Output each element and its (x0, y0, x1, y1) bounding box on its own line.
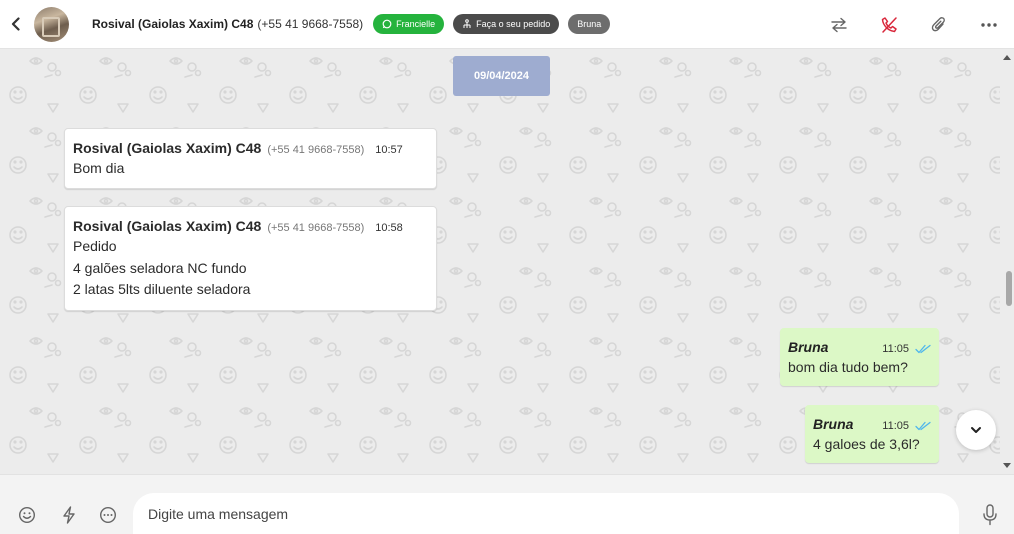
sender-name: Rosival (Gaiolas Xaxim) C48 (73, 218, 262, 234)
lightning-icon (63, 506, 75, 524)
avatar[interactable] (34, 6, 69, 42)
chat-scrollbar[interactable] (1000, 49, 1014, 474)
incoming-message[interactable]: Rosival (Gaiolas Xaxim) C48 (+55 41 9668… (64, 206, 437, 311)
chat-dots-icon (99, 506, 117, 524)
message-text: Bom dia (73, 160, 125, 176)
message-header: Rosival (Gaiolas Xaxim) C48 (+55 41 9668… (73, 218, 428, 234)
chat-options-button[interactable] (97, 504, 119, 526)
chevron-down-icon (971, 427, 981, 433)
back-button[interactable] (2, 0, 30, 49)
emoji-button[interactable] (16, 504, 38, 526)
contact-phone: (+55 41 9668-7558) (257, 17, 364, 31)
whatsapp-icon (382, 19, 392, 29)
scroll-up-arrow[interactable] (1003, 55, 1011, 60)
phone-off-icon (881, 16, 897, 33)
contact-name[interactable]: Rosival (Gaiolas Xaxim) C48 (92, 17, 253, 31)
quick-replies-button[interactable] (58, 504, 80, 526)
transfer-button[interactable] (814, 0, 864, 49)
message-header: Bruna 11:05 (813, 416, 931, 432)
outgoing-message[interactable]: Bruna 11:05 bom dia tudo bem? (780, 328, 939, 386)
message-input-box[interactable] (133, 493, 959, 534)
message-header: Rosival (Gaiolas Xaxim) C48 (+55 41 9668… (73, 140, 428, 156)
message-text: 4 galões seladora NC fundo (73, 259, 247, 276)
date-badge: 09/04/2024 (453, 56, 550, 96)
message-text: bom dia tudo bem? (788, 359, 908, 375)
message-meta: 11:05 (882, 343, 931, 355)
message-time: 11:05 (882, 343, 909, 355)
double-check-icon (915, 421, 931, 431)
voice-message-button[interactable] (979, 504, 1001, 526)
message-text: 2 latas 5lts diluente seladora (73, 281, 251, 297)
tag-pedido[interactable]: Faça o seu pedido (453, 14, 560, 34)
tag-label: Faça o seu pedido (476, 19, 551, 29)
emoji-icon (18, 506, 36, 524)
scroll-to-bottom-button[interactable] (956, 410, 996, 450)
message-meta: 11:05 (882, 420, 931, 432)
message-composer (0, 474, 1014, 534)
scroll-down-arrow[interactable] (1003, 463, 1011, 468)
flow-icon (463, 19, 471, 28)
chat-header: Rosival (Gaiolas Xaxim) C48 (+55 41 9668… (0, 0, 1014, 49)
end-call-button[interactable] (864, 0, 914, 49)
tag-bruna[interactable]: Bruna (568, 14, 611, 34)
scroll-thumb[interactable] (1006, 271, 1012, 306)
message-header: Bruna 11:05 (788, 339, 931, 355)
more-button[interactable] (964, 0, 1014, 49)
sender-name: Bruna (788, 339, 829, 355)
message-text: Pedido (73, 238, 117, 254)
attach-button[interactable] (914, 0, 964, 49)
message-time: 11:05 (882, 420, 909, 432)
incoming-message[interactable]: Rosival (Gaiolas Xaxim) C48 (+55 41 9668… (64, 128, 437, 189)
message-input[interactable] (133, 493, 959, 534)
message-text: 4 galoes de 3,6l? (813, 436, 920, 452)
message-time: 10:58 (375, 222, 403, 234)
header-actions (814, 0, 1014, 49)
double-check-icon (915, 344, 931, 354)
sender-name: Bruna (813, 416, 854, 432)
tag-label: Bruna (577, 19, 602, 29)
transfer-icon (831, 17, 847, 32)
message-time: 10:57 (375, 144, 403, 156)
paperclip-icon (931, 16, 945, 31)
chevron-left-icon (11, 17, 20, 31)
outgoing-message[interactable]: Bruna 11:05 4 galoes de 3,6l? (805, 405, 939, 463)
sender-phone: (+55 41 9668-7558) (267, 222, 365, 234)
microphone-icon (983, 504, 997, 526)
tag-francielle[interactable]: Francielle (373, 14, 445, 34)
more-icon (981, 22, 997, 27)
tag-label: Francielle (396, 19, 436, 29)
chat-area[interactable]: 09/04/2024 Rosival (Gaiolas Xaxim) C48 (… (0, 49, 1014, 474)
sender-name: Rosival (Gaiolas Xaxim) C48 (73, 140, 262, 156)
sender-phone: (+55 41 9668-7558) (267, 144, 365, 156)
